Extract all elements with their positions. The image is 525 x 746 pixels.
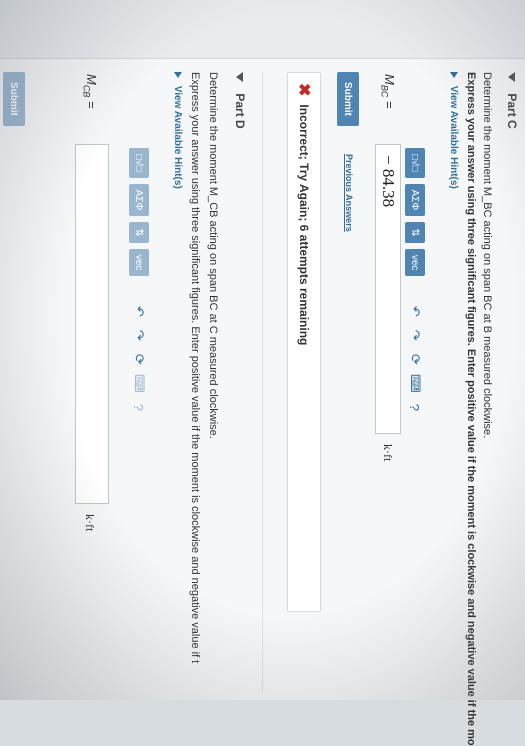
part-d-title: Part D [233, 93, 247, 129]
feedback-box: ✖ Incorrect; Try Again; 6 attempts remai… [287, 72, 321, 612]
part-c-question: Determine the moment M_BC acting on span… [481, 72, 493, 439]
part-c-instruction: Express your answer using three signific… [465, 72, 477, 746]
part-c-toolbar: □√□ AΣΦ ⇅ vec ↶ ↷ ⟳ ⌨ ? [405, 148, 425, 416]
part-d-instruction: Express your answer using three signific… [189, 72, 201, 664]
part-c-title: Part C [505, 93, 519, 129]
answer-symbol: M [84, 74, 99, 85]
answer-subscript: CB [81, 84, 92, 98]
part-d-question: Determine the moment M_CB acting on span… [207, 72, 219, 439]
templates-button[interactable]: □√□ [405, 148, 425, 178]
part-c-answer-input[interactable]: − 84.38 [375, 144, 401, 434]
section-divider [262, 72, 263, 692]
keyboard-icon[interactable]: ⌨ [406, 374, 424, 393]
part-d-answer-label: MCB = [81, 74, 99, 109]
previous-answers-link[interactable]: Previous Answers [344, 154, 354, 232]
part-c-submit-button[interactable]: Submit [337, 72, 359, 126]
redo-icon[interactable]: ↷ [130, 326, 148, 344]
part-c-hints-label: View Available Hint(s) [448, 85, 459, 189]
help-icon[interactable]: ? [406, 398, 424, 416]
left-panel [0, 0, 525, 59]
help-icon[interactable]: ? [130, 398, 148, 416]
collapse-icon [235, 72, 243, 82]
redo-icon[interactable]: ↷ [406, 326, 424, 344]
part-d-hints-link[interactable]: View Available Hint(s) [172, 72, 183, 189]
part-c-hints-link[interactable]: View Available Hint(s) [448, 72, 459, 189]
main-content: Part C Determine the moment M_BC acting … [0, 72, 525, 746]
greek-button[interactable]: AΣΦ [129, 183, 149, 217]
part-d-answer-input[interactable] [75, 144, 109, 504]
expand-icon [173, 72, 182, 78]
expand-icon [449, 72, 458, 78]
keyboard-icon[interactable]: ⌨ [130, 374, 148, 393]
part-d-header[interactable]: Part D [233, 72, 247, 129]
part-c-answer-label: MBC = [379, 74, 397, 109]
undo-icon[interactable]: ↶ [130, 302, 148, 320]
answer-subscript: BC [379, 84, 390, 98]
greek-button[interactable]: AΣΦ [405, 183, 425, 217]
reset-icon[interactable]: ⟳ [406, 350, 424, 368]
rotated-page: Part C Determine the moment M_BC acting … [0, 0, 525, 746]
part-d-toolbar: □√□ AΣΦ ⇅ vec ↶ ↷ ⟳ ⌨ ? [129, 148, 149, 416]
incorrect-icon: ✖ [295, 83, 312, 97]
reset-icon[interactable]: ⟳ [130, 350, 148, 368]
feedback-text: Incorrect; Try Again; 6 attempts remaini… [297, 104, 311, 346]
part-d-submit-button[interactable]: Submit [3, 72, 25, 126]
part-d-unit: k·ft [83, 514, 97, 532]
part-d-hints-label: View Available Hint(s) [172, 85, 183, 189]
answer-symbol: M [382, 74, 397, 85]
collapse-icon [507, 72, 515, 82]
arrows-button[interactable]: ⇅ [129, 222, 149, 243]
undo-icon[interactable]: ↶ [406, 302, 424, 320]
templates-button[interactable]: □√□ [129, 148, 149, 178]
part-c-unit: k·ft [381, 444, 395, 462]
vec-button[interactable]: vec [405, 248, 425, 277]
arrows-button[interactable]: ⇅ [405, 222, 425, 243]
part-c-header[interactable]: Part C [505, 72, 519, 129]
vec-button[interactable]: vec [129, 248, 149, 277]
